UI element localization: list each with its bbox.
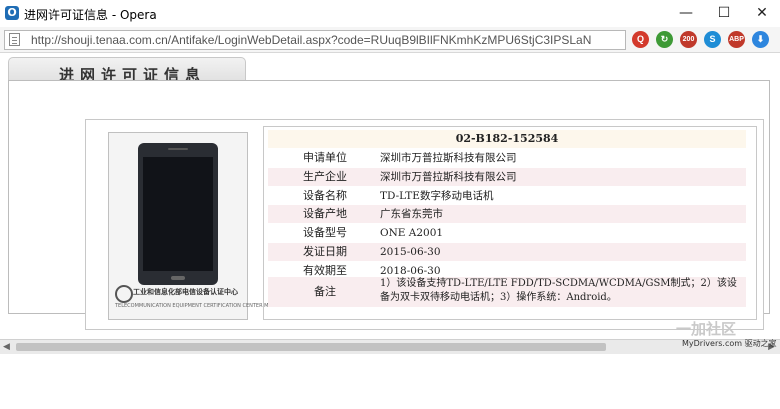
maximize-button[interactable]: ☐ <box>706 2 742 24</box>
title-bar: O 进网许可证信息 - Opera — ☐ ✕ <box>0 0 780 27</box>
refresh-addon-icon[interactable]: ↻ <box>656 31 673 48</box>
download-icon[interactable]: ⬇ <box>752 31 769 48</box>
rss-count-icon[interactable]: 200 <box>680 31 697 48</box>
license-details: 02-B182-152584 申请单位 深圳市万普拉斯科技有限公司 生产企业 深圳市万… <box>263 126 757 320</box>
watermark-text: MyDrivers.com 驱动之家 <box>682 339 777 348</box>
certification-logo-icon <box>115 285 133 303</box>
info-value: TD-LTE数字移动电话机 <box>380 189 494 202</box>
address-bar: http://shouji.tenaa.com.cn/Antifake/Logi… <box>0 27 780 53</box>
minimize-button[interactable]: — <box>668 2 704 24</box>
adblock-icon[interactable]: ABP <box>728 31 745 48</box>
info-value: 2015-06-30 <box>380 246 441 258</box>
info-label: 申请单位 <box>303 151 347 164</box>
info-label: 生产企业 <box>303 169 347 183</box>
cert-org-name: 工业和信息化部电信设备认证中心 <box>133 288 238 296</box>
remark-value: 1）该设备支持TD-LTE/LTE FDD/TD-SCDMA/WCDMA/GSM… <box>380 278 737 303</box>
skype-icon[interactable]: S <box>704 31 721 48</box>
device-photo: 工业和信息化部电信设备认证中心 TELECOMMUNICATION EQUIPM… <box>108 132 274 320</box>
opera-logo-icon: O <box>5 6 19 20</box>
opera-search-icon[interactable]: Q <box>632 31 649 48</box>
info-row: 申请单位 深圳市万普拉斯科技有限公司 <box>268 149 746 167</box>
info-row: 设备型号 ONE A2001 <box>268 224 746 243</box>
info-value: ONE A2001 <box>380 227 444 240</box>
window-title: 进网许可证信息 - Opera <box>24 8 157 22</box>
watermark-logo: 一加社区 <box>676 320 737 338</box>
info-value: 广东省东莞市 <box>380 208 443 221</box>
info-label: 设备名称 <box>303 188 347 202</box>
remark-label: 备注 <box>314 285 336 298</box>
remark-row: 备注 1）该设备支持TD-LTE/LTE FDD/TD-SCDMA/WCDMA/… <box>268 277 746 307</box>
phone-image <box>138 143 218 285</box>
horizontal-scrollbar[interactable]: ◀ ▶ <box>0 339 780 354</box>
cert-org-english: TELECOMMUNICATION EQUIPMENT CERTIFICATIO… <box>115 303 275 309</box>
url-field[interactable]: http://shouji.tenaa.com.cn/Antifake/Logi… <box>4 30 626 50</box>
info-label: 设备产地 <box>303 207 347 221</box>
close-button[interactable]: ✕ <box>744 2 780 24</box>
info-row: 发证日期 2015-06-30 <box>268 243 746 261</box>
content-panel: 工业和信息化部电信设备认证中心 TELECOMMUNICATION EQUIPM… <box>8 80 770 330</box>
license-code: 02-B182-152584 <box>268 130 746 148</box>
scrollbar-thumb[interactable] <box>16 343 606 351</box>
scroll-left-icon[interactable]: ◀ <box>3 342 10 352</box>
url-text[interactable]: http://shouji.tenaa.com.cn/Antifake/Logi… <box>31 33 591 47</box>
info-label: 设备型号 <box>303 226 347 240</box>
page-content: 进网许可证信息 工业和信息化部电信设备认证中心 TELECOMMUNICATIO… <box>0 53 780 345</box>
page-icon <box>9 33 20 46</box>
info-label: 发证日期 <box>303 245 347 258</box>
info-value: 深圳市万普拉斯科技有限公司 <box>380 170 517 183</box>
info-value: 深圳市万普拉斯科技有限公司 <box>380 152 517 164</box>
info-row: 设备产地 广东省东莞市 <box>268 205 746 224</box>
info-row: 生产企业 深圳市万普拉斯科技有限公司 <box>268 167 746 186</box>
info-row: 设备名称 TD-LTE数字移动电话机 <box>268 186 746 205</box>
license-card: 工业和信息化部电信设备认证中心 TELECOMMUNICATION EQUIPM… <box>85 119 764 330</box>
